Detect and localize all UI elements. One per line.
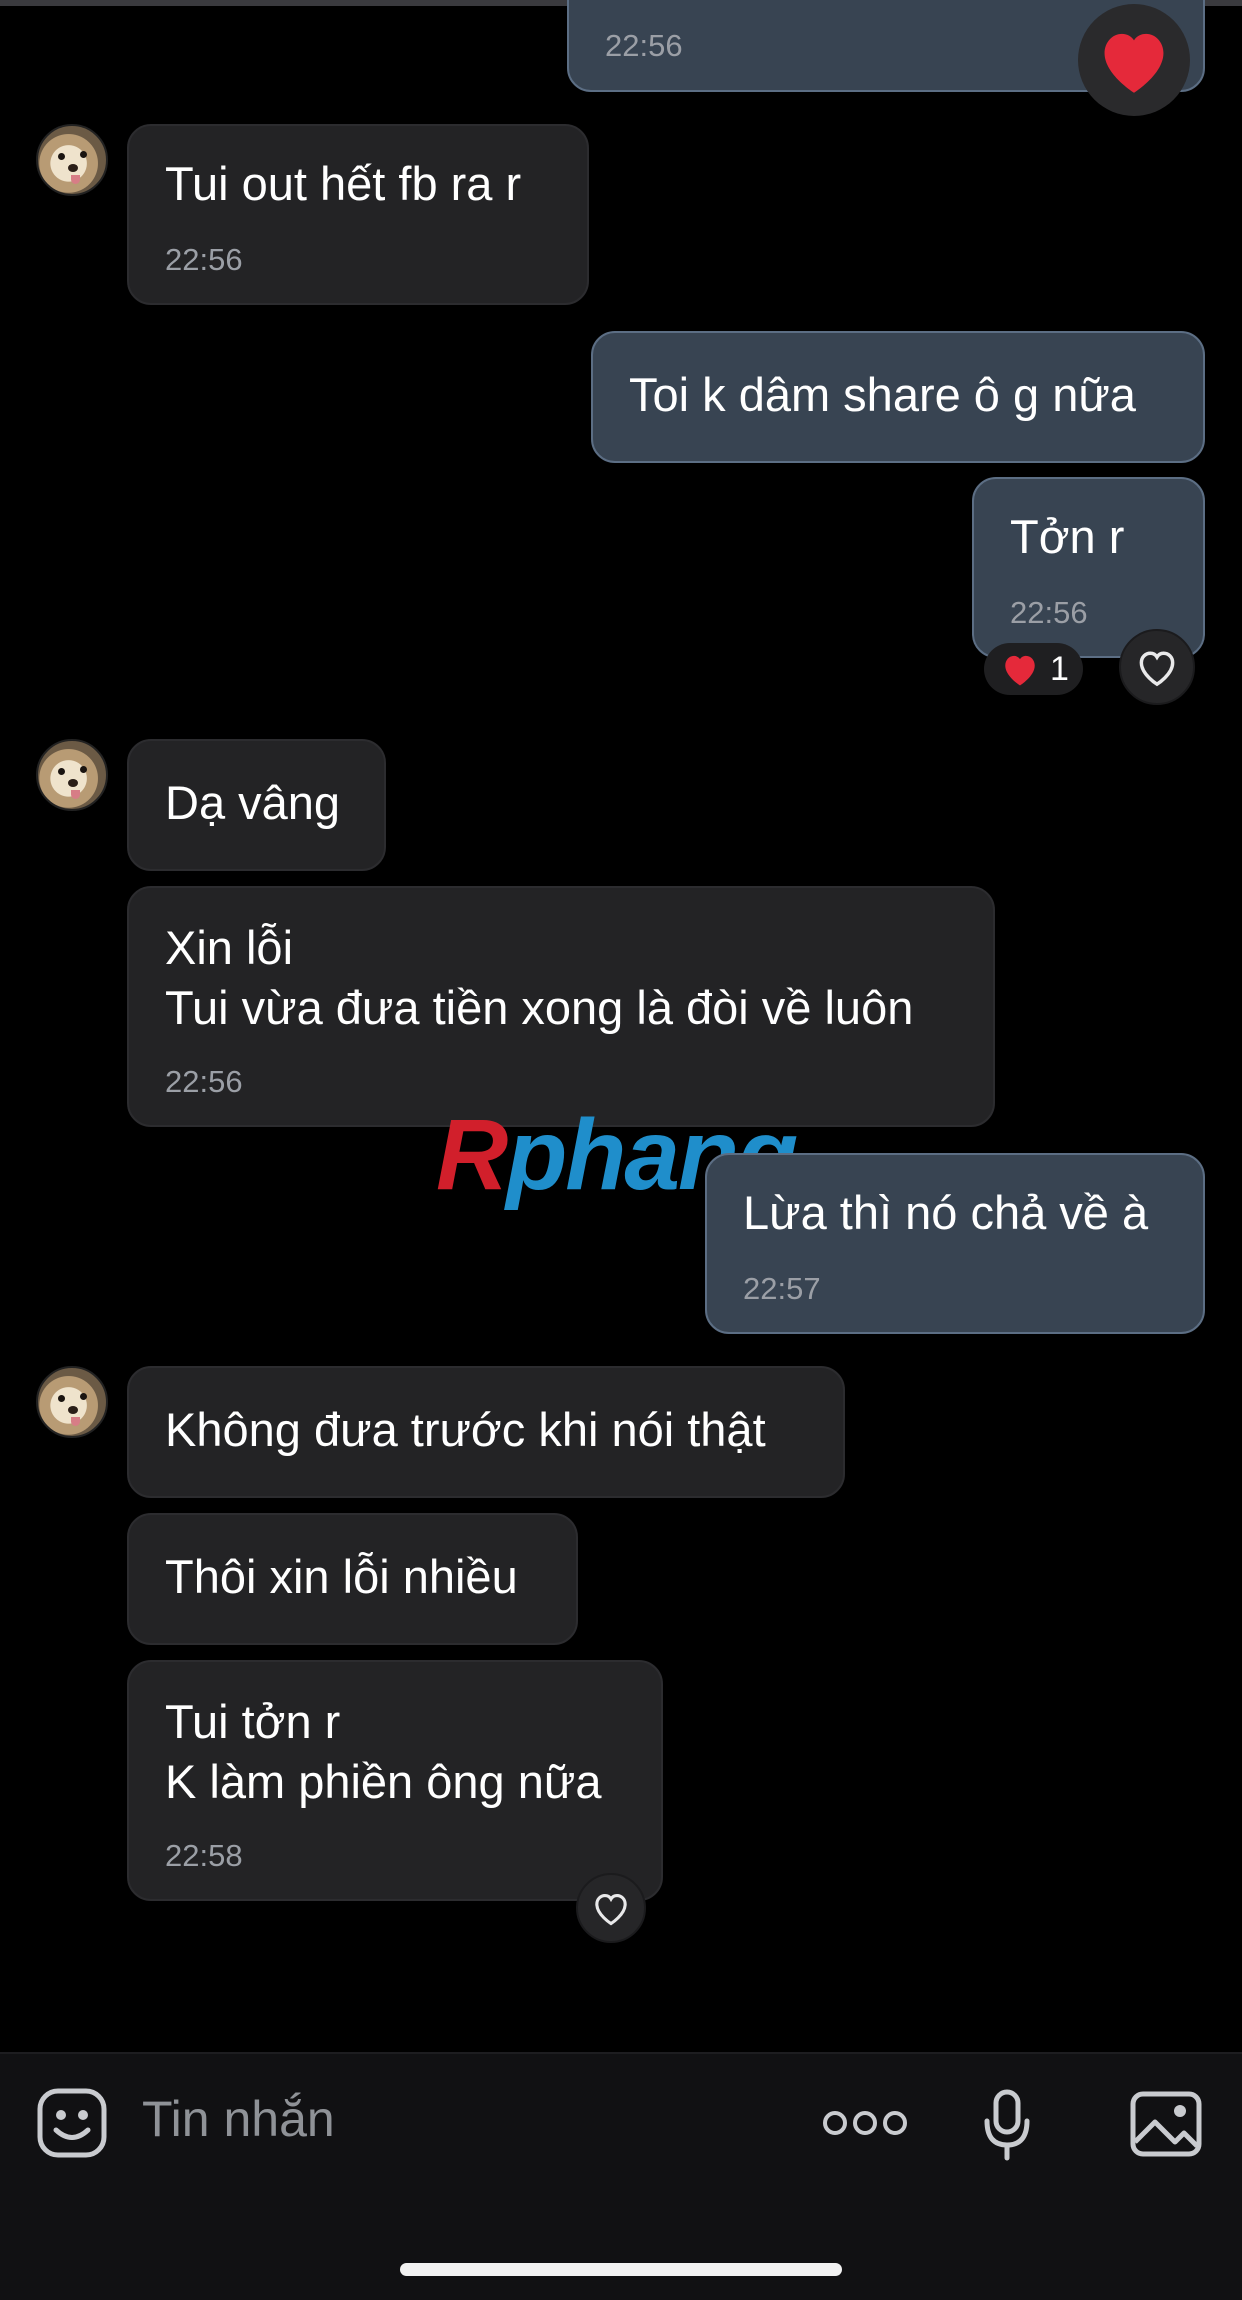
message-time: 22:56 bbox=[1010, 595, 1088, 630]
message-time: 22:57 bbox=[743, 1271, 821, 1306]
message-bubble-incoming[interactable]: Tui out hết fb ra r 22:56 bbox=[127, 124, 589, 305]
message-text: Xin lỗi Tui vừa đưa tiền xong là đòi về … bbox=[165, 921, 914, 1034]
avatar[interactable] bbox=[36, 1366, 108, 1438]
message-bubble-outgoing[interactable]: Toi k dâm share ô g nữa bbox=[591, 331, 1205, 463]
message-time: 22:58 bbox=[165, 1838, 243, 1873]
heart-icon bbox=[1104, 33, 1164, 93]
avatar[interactable] bbox=[36, 124, 108, 196]
reaction-count: 1 bbox=[1050, 649, 1069, 688]
heart-outline-icon bbox=[595, 1894, 627, 1926]
heart-icon bbox=[1005, 655, 1035, 686]
message-text: Tui out hết fb ra r bbox=[165, 157, 522, 210]
message-text: Toi k dâm share ô g nữa bbox=[629, 368, 1136, 421]
message-time: 22:56 bbox=[165, 1064, 243, 1099]
home-indicator[interactable] bbox=[400, 2263, 842, 2276]
message-text: Thôi xin lỗi nhiều bbox=[165, 1550, 518, 1603]
add-reaction-button[interactable] bbox=[1119, 629, 1195, 705]
message-bubble-incoming[interactable]: Dạ vâng bbox=[127, 739, 386, 871]
message-bubble-incoming[interactable]: Tui tởn r K làm phiền ông nữa 22:58 bbox=[127, 1660, 663, 1901]
reaction-count-badge[interactable]: 1 bbox=[984, 643, 1083, 695]
message-time: 22:56 bbox=[165, 242, 243, 277]
more-icon bbox=[823, 2111, 907, 2135]
message-bubble-incoming[interactable]: Xin lỗi Tui vừa đưa tiền xong là đòi về … bbox=[127, 886, 995, 1127]
microphone-icon bbox=[984, 2089, 1030, 2161]
sticker-icon bbox=[37, 2088, 107, 2158]
message-text: Dạ vâng bbox=[165, 776, 341, 829]
heart-outline-icon bbox=[1139, 651, 1175, 687]
voice-message-button[interactable] bbox=[980, 2088, 1034, 2162]
reaction-heart-button[interactable] bbox=[1078, 4, 1190, 116]
add-reaction-button[interactable] bbox=[576, 1873, 646, 1943]
message-text: Không đưa trước khi nói thật bbox=[165, 1403, 766, 1456]
more-button[interactable] bbox=[820, 2100, 910, 2146]
image-icon bbox=[1130, 2091, 1202, 2157]
image-button[interactable] bbox=[1128, 2089, 1204, 2159]
message-bubble-incoming[interactable]: Không đưa trước khi nói thật bbox=[127, 1366, 845, 1498]
message-text: Lừa thì nó chả về à bbox=[743, 1186, 1149, 1239]
message-text: Tởn r bbox=[1010, 510, 1125, 563]
message-time: 22:56 bbox=[605, 28, 683, 63]
message-bubble-outgoing[interactable]: Lừa thì nó chả về à 22:57 bbox=[705, 1153, 1205, 1334]
avatar[interactable] bbox=[36, 739, 108, 811]
message-input[interactable]: Tin nhắn bbox=[142, 2090, 335, 2148]
message-text: Tui tởn r K làm phiền ông nữa bbox=[165, 1695, 602, 1808]
sticker-button[interactable] bbox=[34, 2085, 110, 2161]
message-bubble-incoming[interactable]: Thôi xin lỗi nhiều bbox=[127, 1513, 578, 1645]
